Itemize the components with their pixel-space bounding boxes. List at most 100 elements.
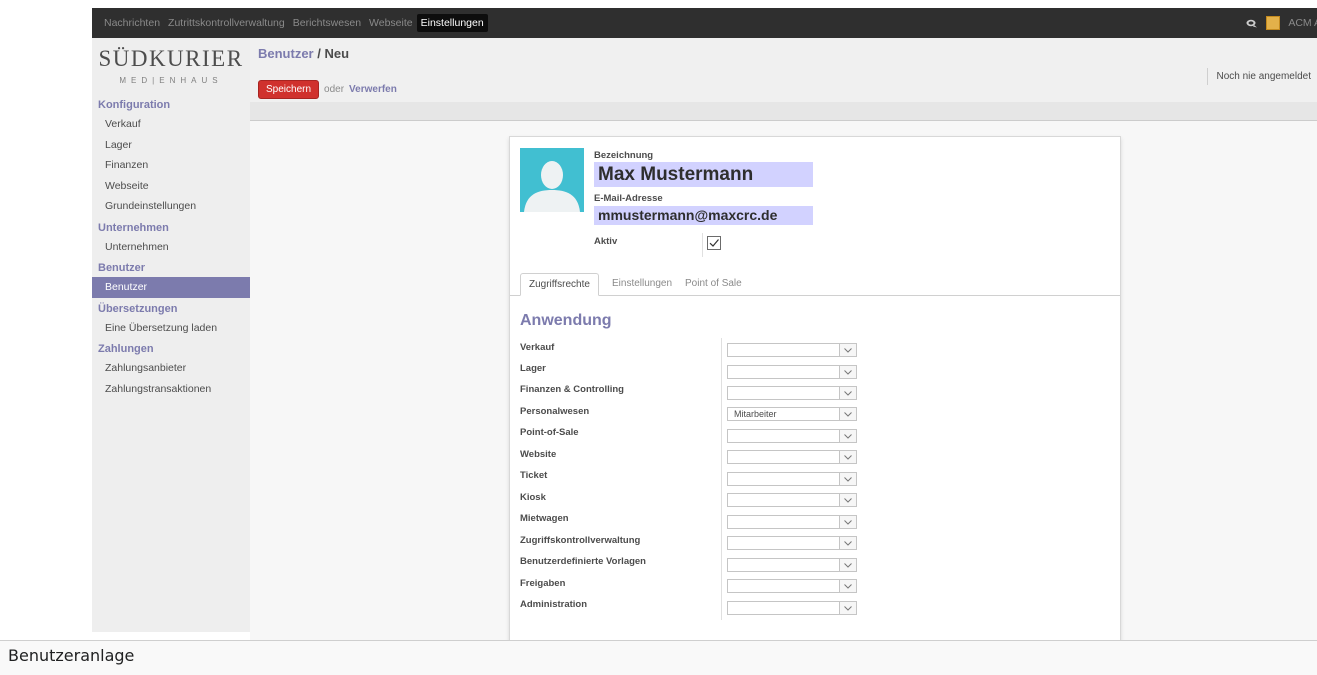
user-name[interactable]: ACM A — [1288, 17, 1317, 29]
name-field[interactable]: Max Mustermann — [594, 162, 813, 187]
sidebar-section-benutzer: Benutzer — [98, 262, 146, 274]
breadcrumb-link-benutzer[interactable]: Benutzer — [258, 46, 314, 61]
chevron-down-icon — [839, 537, 856, 549]
status-bar — [250, 102, 1317, 121]
company-logo: SÜDKURIER MED|ENHAUS — [92, 38, 250, 94]
save-button[interactable]: Speichern — [258, 80, 320, 99]
row-label-zugriffskontrollverwaltung: Zugriffskontrollverwaltung — [520, 535, 641, 546]
select-freigaben[interactable] — [727, 579, 857, 593]
chevron-down-icon — [839, 473, 856, 485]
sidebar-section-unternehmen: Unternehmen — [98, 221, 169, 234]
chevron-down-icon — [839, 580, 856, 592]
select-benutzerdefinierte-vorlagen[interactable] — [727, 558, 857, 572]
top-menu: Nachrichten Zutrittskontrollverwaltung B… — [100, 8, 488, 38]
select-finanzen-controlling[interactable] — [727, 386, 857, 400]
select-website[interactable] — [727, 450, 857, 464]
tab-zugriffsrechte[interactable]: Zugriffsrechte — [520, 273, 599, 296]
chevron-down-icon — [839, 387, 856, 399]
select-personalwesen[interactable]: Mitarbeiter — [727, 407, 857, 421]
row-label-kiosk: Kiosk — [520, 492, 546, 503]
sidebar-item-verkauf[interactable]: Verkauf — [92, 114, 250, 135]
app-frame: Nachrichten Zutrittskontrollverwaltung B… — [8, 8, 1317, 640]
select-administration[interactable] — [727, 601, 857, 615]
row-label-lager: Lager — [520, 363, 546, 374]
sidebar-item-lager[interactable]: Lager — [92, 135, 250, 156]
menu-berichtswesen[interactable]: Berichtswesen — [289, 14, 365, 32]
breadcrumb-current: Neu — [324, 46, 350, 61]
logo-title: SÜDKURIER — [98, 46, 244, 71]
logo-subtitle: MED|ENHAUS — [119, 76, 223, 85]
field-divider — [702, 233, 703, 257]
select-point-of-sale[interactable] — [727, 429, 857, 443]
avatar-placeholder-icon — [524, 161, 580, 212]
checkmark-icon — [709, 239, 719, 247]
menu-webseite[interactable]: Webseite — [365, 14, 417, 32]
row-label-benutzerdefinierte-vorlagen: Benutzerdefinierte Vorlagen — [520, 556, 646, 567]
chevron-down-icon — [839, 559, 856, 571]
row-label-mietwagen: Mietwagen — [520, 513, 569, 524]
row-label-ticket: Ticket — [520, 470, 548, 481]
select-kiosk[interactable] — [727, 493, 857, 507]
login-status: Noch nie angemeldet — [1207, 68, 1317, 85]
menu-einstellungen[interactable]: Einstellungen — [416, 14, 488, 32]
chevron-down-icon — [839, 494, 856, 506]
row-label-personalwesen: Personalwesen — [520, 406, 590, 417]
email-label: E-Mail-Adresse — [594, 193, 663, 204]
discard-button[interactable]: Verwerfen — [349, 84, 397, 95]
select-zugriffskontrollverwaltung[interactable] — [727, 536, 857, 550]
menu-nachrichten[interactable]: Nachrichten — [100, 14, 164, 32]
form-content: Bezeichnung Max Mustermann E-Mail-Adress… — [250, 121, 1317, 640]
sidebar-item-grundeinstellungen[interactable]: Grundeinstellungen — [92, 196, 250, 217]
sidebar-item-finanzen[interactable]: Finanzen — [92, 155, 250, 176]
row-label-point-of-sale: Point-of-Sale — [520, 427, 579, 438]
row-label-finanzen-controlling: Finanzen & Controlling — [520, 384, 624, 395]
form-actions: Speichern oder Verwerfen — [258, 80, 397, 99]
row-label-website: Website — [520, 449, 557, 460]
user-photo[interactable] — [520, 148, 584, 212]
rows-divider — [721, 338, 722, 620]
name-label: Bezeichnung — [594, 150, 654, 161]
row-label-verkauf: Verkauf — [520, 342, 555, 353]
sidebar-item-webseite[interactable]: Webseite — [92, 176, 250, 197]
user-avatar[interactable] — [1266, 16, 1281, 30]
chevron-down-icon — [839, 408, 856, 420]
form-header: Benutzer / Neu Speichern oder Verwerfen — [250, 38, 1317, 109]
sidebar-item-zahlungsanbieter[interactable]: Zahlungsanbieter — [92, 358, 250, 379]
top-navigation-bar: Nachrichten Zutrittskontrollverwaltung B… — [92, 8, 1317, 38]
select-value: Mitarbeiter — [734, 409, 777, 419]
breadcrumb-separator: / — [313, 46, 325, 61]
caption-bar: Benutzeranlage — [0, 640, 1317, 675]
chevron-down-icon — [839, 602, 856, 614]
active-checkbox[interactable] — [707, 236, 721, 250]
sidebar: SÜDKURIER MED|ENHAUS Konfiguration Verka… — [92, 38, 251, 632]
menu-zutrittskontrollverwaltung[interactable]: Zutrittskontrollverwaltung — [164, 14, 289, 32]
email-field[interactable]: mmustermann@maxcrc.de — [594, 206, 813, 225]
form-tabs: Zugriffsrechte Einstellungen Point of Sa… — [510, 270, 1120, 296]
or-label: oder — [324, 84, 345, 95]
row-label-administration: Administration — [520, 599, 588, 610]
chevron-down-icon — [839, 430, 856, 442]
sidebar-bottom-gap — [92, 632, 250, 640]
breadcrumb: Benutzer / Neu — [258, 46, 349, 61]
row-label-freigaben: Freigaben — [520, 578, 566, 589]
image-caption: Benutzeranlage — [8, 646, 135, 665]
sidebar-item-unternehmen[interactable]: Unternehmen — [92, 237, 250, 258]
sidebar-item-uebersetzung-laden[interactable]: Eine Übersetzung laden — [92, 318, 250, 339]
chat-icon[interactable] — [1246, 19, 1258, 28]
select-ticket[interactable] — [727, 472, 857, 486]
section-title: Anwendung — [520, 312, 612, 329]
chevron-down-icon — [839, 516, 856, 528]
active-label: Aktiv — [594, 236, 618, 247]
tab-point-of-sale[interactable]: Point of Sale — [677, 273, 750, 295]
chevron-down-icon — [839, 366, 856, 378]
select-lager[interactable] — [727, 365, 857, 379]
chevron-down-icon — [839, 344, 856, 356]
sidebar-item-benutzer[interactable]: Benutzer — [92, 277, 250, 298]
form-sheet: Bezeichnung Max Mustermann E-Mail-Adress… — [509, 136, 1121, 640]
sidebar-item-zahlungstransaktionen[interactable]: Zahlungstransaktionen — [92, 379, 250, 400]
chevron-down-icon — [839, 451, 856, 463]
tab-einstellungen[interactable]: Einstellungen — [604, 273, 680, 295]
select-verkauf[interactable] — [727, 343, 857, 357]
select-mietwagen[interactable] — [727, 515, 857, 529]
top-right-area: ACM A — [1246, 8, 1317, 38]
